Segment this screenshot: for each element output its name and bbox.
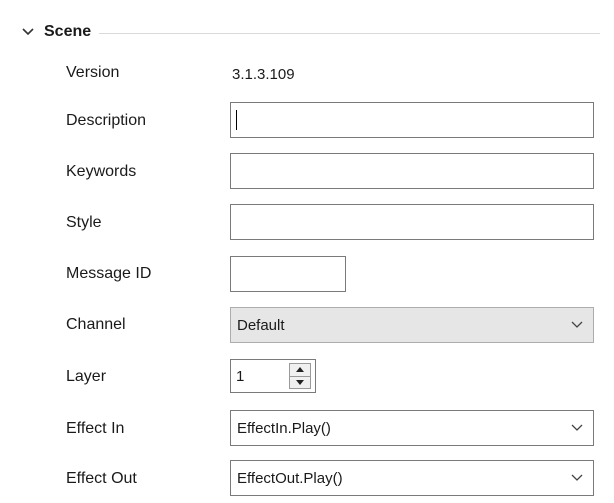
scene-section-header[interactable]: Scene bbox=[20, 20, 600, 44]
layer-value[interactable]: 1 bbox=[231, 368, 289, 385]
scene-properties-panel: Scene Version 3.1.3.109 Description Keyw… bbox=[0, 0, 614, 503]
version-value: 3.1.3.109 bbox=[232, 66, 295, 83]
effect-out-select[interactable]: EffectOut.Play() bbox=[230, 460, 594, 496]
decrement-button[interactable] bbox=[290, 375, 310, 388]
text-caret bbox=[236, 110, 237, 130]
keywords-input[interactable] bbox=[230, 153, 594, 189]
keywords-label: Keywords bbox=[66, 163, 137, 180]
chevron-down-icon[interactable] bbox=[561, 411, 593, 445]
channel-label: Channel bbox=[66, 316, 126, 333]
section-title: Scene bbox=[44, 23, 92, 40]
effect-in-select[interactable]: EffectIn.Play() bbox=[230, 410, 594, 446]
channel-selected-value: Default bbox=[237, 316, 285, 334]
description-input[interactable] bbox=[230, 102, 594, 138]
style-input[interactable] bbox=[230, 204, 594, 240]
chevron-down-icon[interactable] bbox=[561, 308, 593, 342]
layer-label: Layer bbox=[66, 368, 107, 385]
section-divider bbox=[99, 32, 600, 34]
arrow-up-icon bbox=[296, 367, 304, 373]
effect-in-selected-value[interactable]: EffectIn.Play() bbox=[237, 420, 561, 437]
chevron-down-icon[interactable] bbox=[20, 24, 36, 40]
message-id-label: Message ID bbox=[66, 265, 152, 282]
version-label: Version bbox=[66, 64, 120, 81]
layer-stepper[interactable]: 1 bbox=[230, 359, 316, 393]
layer-spin-buttons bbox=[289, 363, 311, 389]
message-id-input[interactable] bbox=[230, 256, 346, 292]
effect-out-selected-value[interactable]: EffectOut.Play() bbox=[237, 470, 561, 487]
increment-button[interactable] bbox=[290, 364, 310, 376]
style-label: Style bbox=[66, 214, 102, 231]
channel-select[interactable]: Default bbox=[230, 307, 594, 343]
chevron-down-icon[interactable] bbox=[561, 461, 593, 495]
effect-in-label: Effect In bbox=[66, 420, 125, 437]
effect-out-label: Effect Out bbox=[66, 470, 137, 487]
arrow-down-icon bbox=[296, 379, 304, 385]
description-label: Description bbox=[66, 112, 147, 129]
